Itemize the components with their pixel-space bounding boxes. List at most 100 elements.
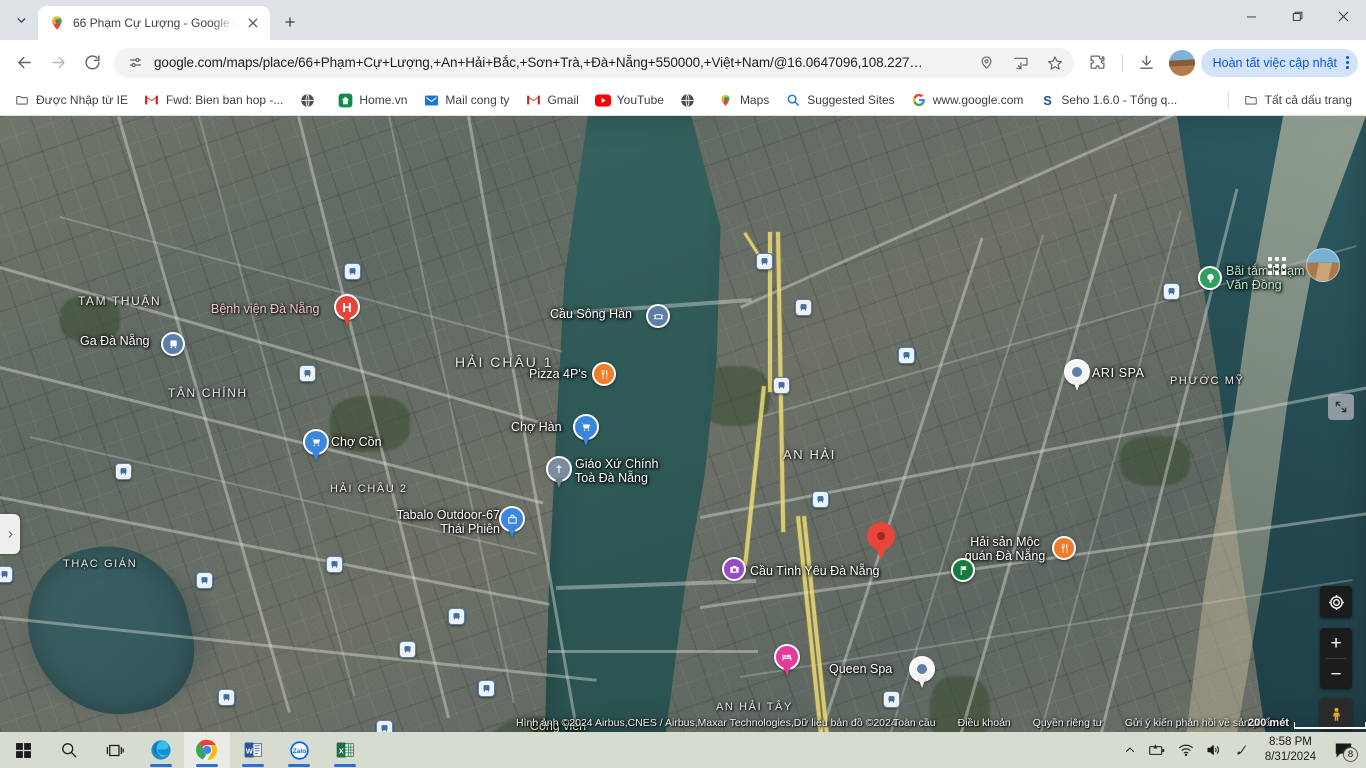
poi-marker-hotel[interactable] (774, 644, 800, 678)
tab-close-icon[interactable] (244, 14, 262, 32)
bus-stop-icon[interactable] (299, 365, 316, 382)
update-button[interactable]: Hoàn tất việc cập nhật (1200, 48, 1358, 77)
bus-stop-icon[interactable] (448, 608, 465, 625)
close-window-button[interactable] (1320, 0, 1366, 32)
poi-marker-hospital[interactable]: H (334, 294, 360, 328)
battery-charging-icon[interactable] (1145, 732, 1171, 768)
pen-icon[interactable] (1229, 732, 1255, 768)
poi-marker-seafood-restaurant[interactable] (1052, 536, 1076, 560)
bookmark-item[interactable]: S Seho 1.6.0 - Tổng q... (1031, 88, 1185, 112)
bookmark-item[interactable]: Maps (710, 88, 777, 112)
action-center-button[interactable]: 8 (1326, 732, 1360, 768)
bookmark-item[interactable] (672, 88, 710, 112)
bookmark-item[interactable]: www.google.com (903, 88, 1032, 112)
poi-marker-market-han[interactable] (573, 414, 599, 448)
chrome-button[interactable] (184, 732, 230, 768)
maximize-button[interactable] (1274, 0, 1320, 32)
bus-stop-icon[interactable] (344, 263, 361, 280)
poi-marker-beach[interactable] (1198, 266, 1222, 290)
reload-icon[interactable] (76, 47, 108, 79)
three-dots-menu-icon[interactable] (1343, 56, 1352, 69)
downloads-icon[interactable] (1131, 47, 1163, 79)
poi-marker-park-flag[interactable] (951, 558, 975, 582)
link-dieu-khoan[interactable]: Điều khoản (958, 717, 1011, 729)
taskbar-clock[interactable]: 8:58 PM 8/31/2024 (1257, 735, 1324, 765)
task-view-button[interactable] (92, 732, 138, 768)
bus-stop-icon[interactable] (115, 463, 132, 480)
edge-button[interactable] (138, 732, 184, 768)
poi-marker-store[interactable] (499, 506, 525, 540)
bus-stop-icon[interactable] (0, 566, 13, 583)
bus-stop-icon[interactable] (326, 556, 343, 573)
restaurant-fork-knife-icon (592, 362, 616, 386)
location-pin-icon[interactable] (974, 50, 1000, 76)
bus-stop-icon[interactable] (898, 347, 915, 364)
browser-tab[interactable]: 66 Phạm Cự Lượng - Google M (38, 6, 270, 40)
bookmark-star-icon[interactable] (1042, 50, 1068, 76)
tab-title: 66 Phạm Cự Lượng - Google M (73, 16, 236, 30)
bookmark-item[interactable]: Home.vn (329, 88, 415, 112)
cast-screen-icon[interactable] (1008, 50, 1034, 76)
search-button[interactable] (46, 732, 92, 768)
tune-controls-icon[interactable] (124, 52, 146, 74)
zoom-out-button[interactable]: − (1320, 659, 1352, 689)
speaker-icon[interactable] (1201, 732, 1227, 768)
bookmark-item[interactable] (291, 88, 329, 112)
extensions-puzzle-icon[interactable] (1082, 47, 1114, 79)
poi-marker-market-con[interactable] (303, 429, 329, 463)
bus-stop-icon[interactable] (795, 299, 812, 316)
google-maps-canvas[interactable]: TAM THUẬN TÂN CHÍNH HẢI CHÂU 1 HẢI CHÂU … (0, 116, 1366, 732)
word-button[interactable]: W (230, 732, 276, 768)
toolbar-divider (1121, 53, 1123, 72)
area-label: THẠC GIÁN (63, 558, 138, 570)
back-arrow-icon[interactable] (8, 47, 40, 79)
link-quyen-rieng-tu[interactable]: Quyền riêng tư (1033, 717, 1103, 729)
minimize-button[interactable] (1228, 0, 1274, 32)
excel-button[interactable]: X (322, 732, 368, 768)
bookmark-item[interactable]: Gmail (517, 88, 586, 112)
wifi-icon[interactable] (1173, 732, 1199, 768)
forward-arrow-icon[interactable] (42, 47, 74, 79)
bus-stop-icon[interactable] (478, 680, 495, 697)
tab-search-chevron-icon[interactable] (7, 6, 35, 34)
start-button[interactable] (0, 732, 46, 768)
bus-stop-icon[interactable] (773, 377, 790, 394)
bus-stop-icon[interactable] (218, 689, 235, 706)
bus-stop-icon[interactable] (196, 572, 213, 589)
new-tab-button[interactable] (276, 8, 304, 36)
youtube-icon (594, 92, 611, 108)
bridge-icon (646, 304, 670, 328)
bookmark-item[interactable]: Suggested Sites (777, 88, 902, 112)
zoom-in-button[interactable]: + (1320, 628, 1352, 658)
poi-marker-bridge[interactable] (646, 304, 670, 328)
bookmark-item[interactable]: YouTube (587, 88, 672, 112)
selected-place-marker[interactable] (867, 522, 895, 562)
poi-marker-queen-spa[interactable] (909, 656, 935, 690)
bus-stop-icon[interactable] (1163, 283, 1180, 300)
bookmark-item[interactable]: Được Nhập từ IE (6, 88, 136, 112)
poi-marker-restaurant[interactable] (592, 362, 616, 386)
side-panel-handle[interactable] (0, 514, 20, 554)
poi-marker-ari-spa[interactable] (1064, 359, 1090, 393)
bus-stop-icon[interactable] (883, 691, 900, 708)
bookmark-item[interactable]: Mail cong ty (415, 88, 517, 112)
bus-stop-icon[interactable] (756, 253, 773, 270)
bookmark-item[interactable]: Fwd: Bien ban hop -... (136, 88, 291, 112)
link-toan-cau[interactable]: Toàn cầu (893, 717, 936, 729)
poi-marker-rail-station[interactable] (161, 332, 185, 356)
all-bookmarks-button[interactable]: Tất cả dấu trang (1235, 88, 1360, 112)
map-account-avatar[interactable] (1306, 248, 1340, 282)
poi-marker-love-bridge[interactable] (722, 557, 746, 581)
my-location-button[interactable] (1320, 586, 1352, 618)
bus-stop-icon[interactable] (399, 641, 416, 658)
address-bar[interactable]: google.com/maps/place/66+Phạm+Cự+Lượng,+… (114, 47, 1074, 78)
poi-marker-church[interactable] (546, 456, 572, 490)
profile-avatar[interactable] (1168, 49, 1195, 76)
fullscreen-icon[interactable] (1328, 394, 1354, 420)
poi-label-cau-song-han: Cầu Sông Hàn (550, 307, 633, 321)
chevron-up-icon[interactable] (1117, 732, 1143, 768)
gmail-icon (525, 92, 541, 108)
apps-grid-icon[interactable] (1266, 255, 1288, 277)
zalo-button[interactable]: Zalo (276, 732, 322, 768)
bus-stop-icon[interactable] (812, 491, 829, 508)
